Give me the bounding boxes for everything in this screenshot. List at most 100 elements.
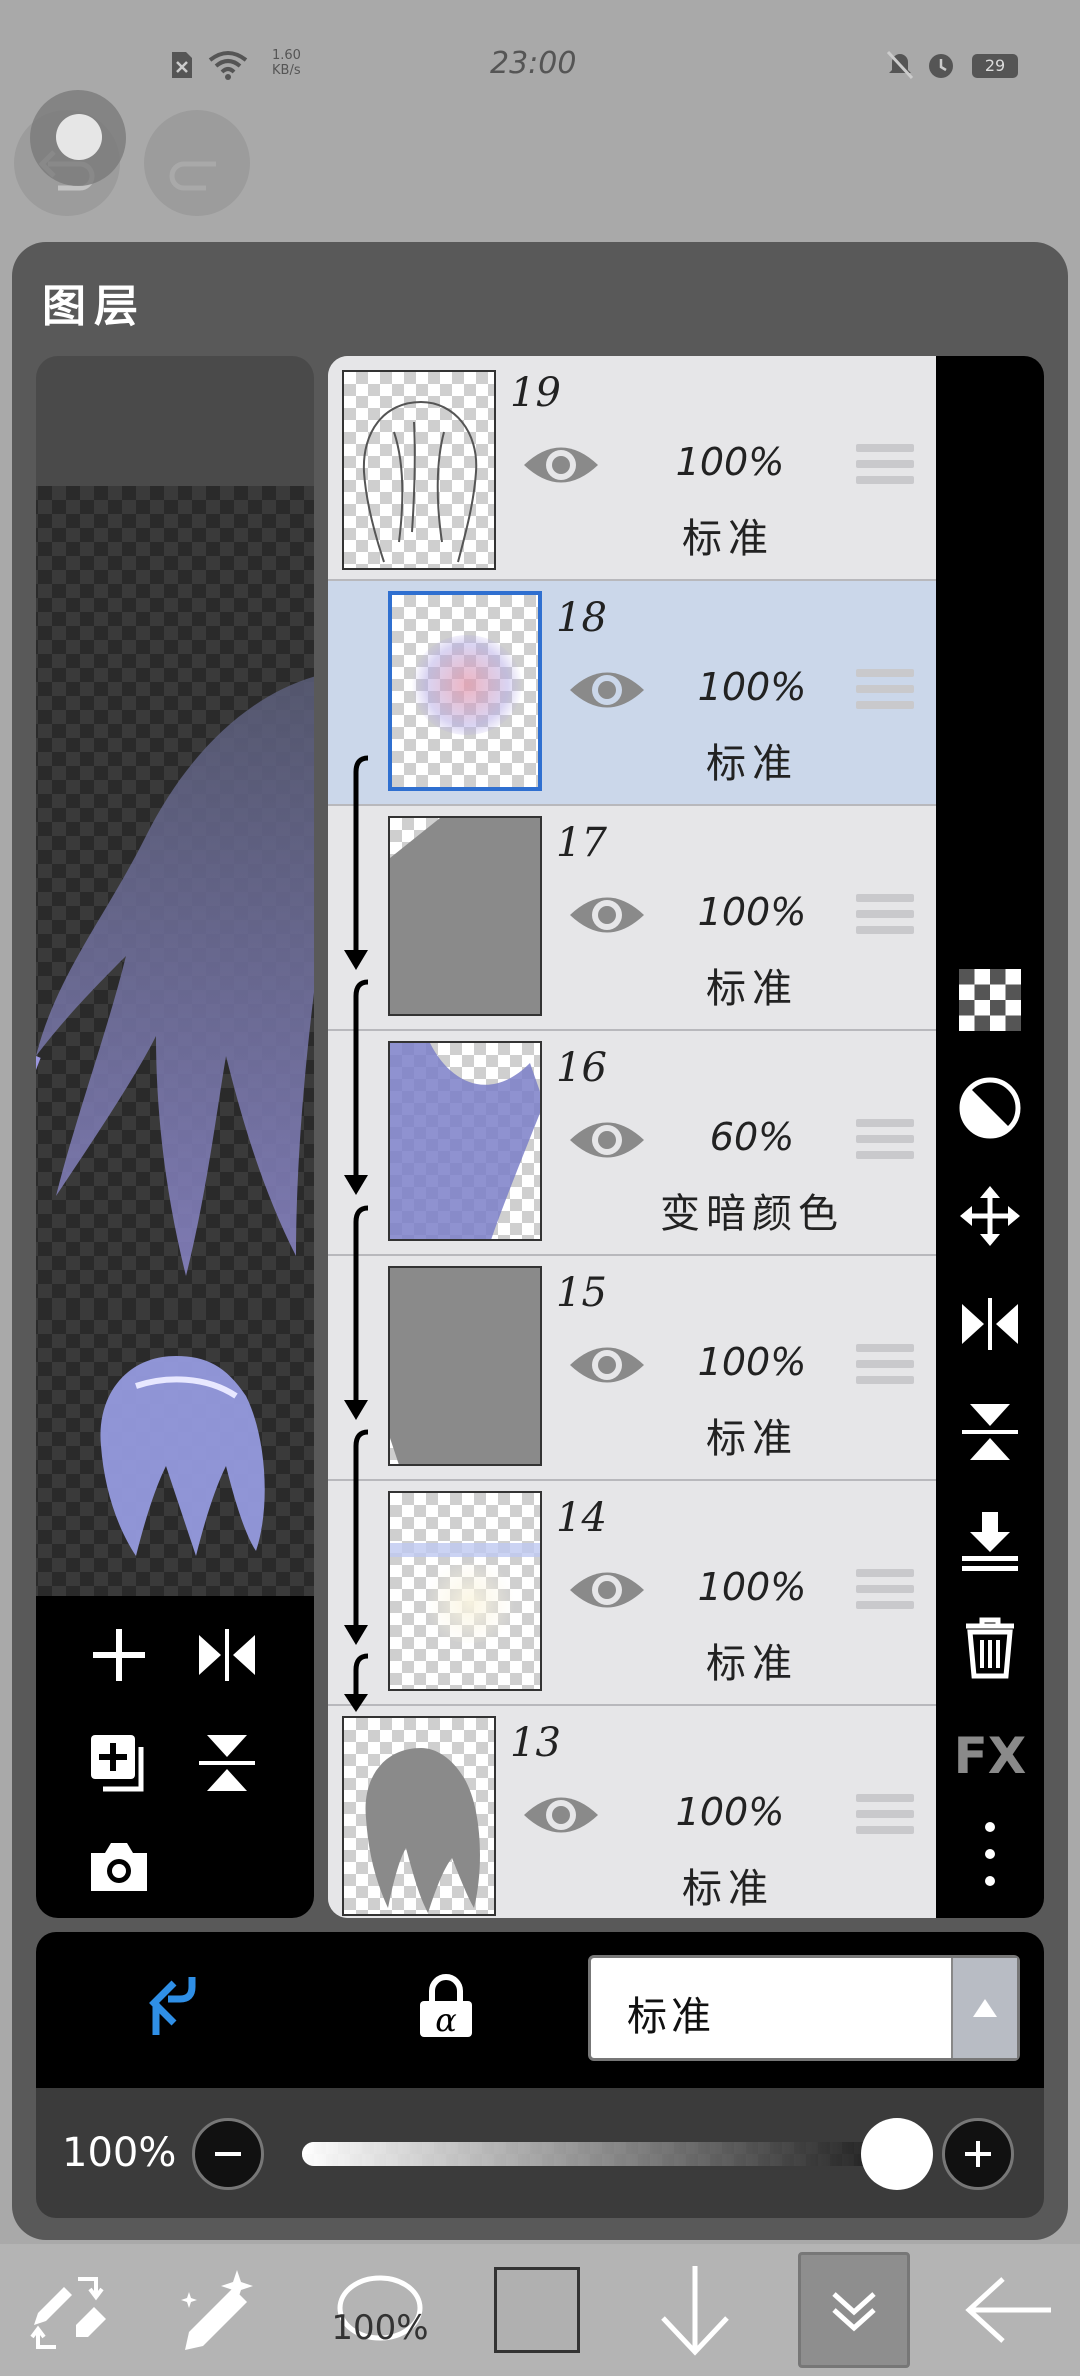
delete-layer-button[interactable]: [954, 1612, 1026, 1684]
more-options-button[interactable]: [954, 1818, 1026, 1890]
checkerboard-icon: [959, 969, 1021, 1031]
flip-layer-horizontal-button[interactable]: [954, 1288, 1026, 1360]
layer-number: 14: [556, 1495, 607, 1541]
camera-button[interactable]: [74, 1822, 164, 1912]
eye-icon[interactable]: [522, 1790, 600, 1840]
duplicate-layer-button[interactable]: [74, 1718, 164, 1808]
layer-blend-mode: 标准: [706, 966, 798, 1012]
flip-layer-vertical-button[interactable]: [954, 1396, 1026, 1468]
half-circle-icon: [959, 1077, 1021, 1139]
layer-row[interactable]: 19 100% 标准: [328, 356, 936, 581]
dropdown-arrow-icon[interactable]: [951, 1958, 1017, 2058]
layer-row[interactable]: 16 60% 变暗颜色: [328, 1031, 936, 1256]
layer-opacity: 100%: [697, 1565, 807, 1609]
drag-handle-icon[interactable]: [856, 1569, 914, 1617]
layer-thumbnail: [388, 1266, 542, 1466]
layer-opacity: 100%: [697, 665, 807, 709]
layer-blend-mode: 标准: [706, 1416, 798, 1462]
layer-list[interactable]: 19 100% 标准 18 100% 标准 17 100% 标准 16 60%: [328, 356, 936, 1918]
blend-mode-select[interactable]: 标准: [588, 1955, 1020, 2061]
layer-number: 15: [556, 1270, 607, 1316]
arrow-down-icon: [661, 2266, 729, 2356]
redo-button[interactable]: [144, 110, 250, 216]
magic-pen-icon: [181, 2270, 253, 2350]
layer-side-toolbar: FX: [936, 356, 1044, 1918]
layer-blend-mode: 标准: [706, 741, 798, 787]
layer-row[interactable]: 14 100% 标准: [328, 1481, 936, 1706]
plus-icon: [965, 2141, 991, 2167]
color-swatch: [494, 2267, 580, 2353]
layer-row[interactable]: 13 100% 标准: [328, 1706, 936, 1918]
chevron-double-down-icon: [832, 2292, 876, 2332]
clipping-button[interactable]: [136, 1966, 216, 2046]
layer-opacity: 60%: [709, 1115, 795, 1159]
layer-row[interactable]: 15 100% 标准: [328, 1256, 936, 1481]
trash-icon: [966, 1617, 1014, 1679]
eye-icon[interactable]: [568, 890, 646, 940]
layer-number: 13: [510, 1720, 561, 1766]
fill-layer-button[interactable]: [954, 1072, 1026, 1144]
color-swatch-button[interactable]: [492, 2252, 582, 2368]
mute-icon: [886, 50, 914, 80]
move-layer-button[interactable]: [954, 1180, 1026, 1252]
eye-icon[interactable]: [568, 1115, 646, 1165]
alpha-lock-button[interactable]: α: [406, 1966, 486, 2046]
hair-thumbnail-artwork: [100, 1356, 265, 1556]
opacity-value: 100%: [62, 2130, 177, 2176]
eye-icon[interactable]: [568, 1565, 646, 1615]
opacity-decrease-button[interactable]: [192, 2118, 264, 2190]
drag-handle-icon[interactable]: [856, 444, 914, 492]
eye-icon[interactable]: [522, 440, 600, 490]
duplicate-icon: [91, 1735, 144, 1792]
drag-handle-icon[interactable]: [856, 894, 914, 942]
add-layer-button[interactable]: [74, 1610, 164, 1700]
opacity-slider-thumb[interactable]: [861, 2118, 933, 2190]
eye-icon[interactable]: [568, 1340, 646, 1390]
drag-handle-icon[interactable]: [856, 1119, 914, 1167]
alpha-lock-icon: α: [420, 1974, 472, 2039]
layer-blend-mode: 标准: [706, 1641, 798, 1687]
panel-title: 图层: [42, 281, 146, 332]
magic-brush-button[interactable]: [160, 2252, 270, 2368]
brush-size-label: 100%: [331, 2308, 429, 2348]
layer-opacity: 100%: [697, 1340, 807, 1384]
blend-mode-value: 标准: [627, 1994, 715, 2040]
opacity-increase-button[interactable]: [942, 2118, 1014, 2190]
eye-icon[interactable]: [568, 665, 646, 715]
layer-opacity: 100%: [675, 440, 785, 484]
drag-handle-icon[interactable]: [856, 1794, 914, 1842]
layer-down-button[interactable]: [640, 2252, 750, 2368]
alarm-icon: [929, 54, 953, 78]
flip-horizontal-icon: [199, 1629, 255, 1681]
flip-vertical-icon: [962, 1404, 1018, 1460]
layer-opacity: 100%: [675, 1790, 785, 1834]
layer-number: 18: [556, 595, 607, 641]
clipping-indicators: [344, 755, 369, 1712]
plus-icon: [93, 1629, 145, 1681]
opacity-slider-track[interactable]: [302, 2142, 912, 2166]
layer-row-selected[interactable]: 18 100% 标准: [328, 581, 936, 806]
redo-icon: [169, 161, 216, 191]
transparency-lock-button[interactable]: [954, 964, 1026, 1036]
layer-number: 17: [556, 820, 607, 866]
sim-card-off-icon: [172, 52, 192, 78]
drag-handle-icon[interactable]: [856, 669, 914, 717]
flip-vertical-button[interactable]: [182, 1718, 272, 1808]
svg-text:α: α: [435, 2001, 457, 2039]
clock: 23:00: [490, 46, 577, 81]
more-vertical-icon: [985, 1822, 995, 1886]
move-icon: [960, 1186, 1020, 1246]
brush-size-button[interactable]: 100%: [310, 2252, 450, 2368]
layers-toggle-button[interactable]: [798, 2252, 910, 2368]
layer-blend-mode: 标准: [682, 516, 774, 562]
fx-button[interactable]: FX: [954, 1720, 1027, 1792]
layer-number: 16: [556, 1045, 607, 1091]
drag-handle-icon[interactable]: [856, 1344, 914, 1392]
flip-horizontal-button[interactable]: [182, 1610, 272, 1700]
layer-thumbnail: [388, 816, 542, 1016]
merge-down-button[interactable]: [954, 1504, 1026, 1576]
layer-row[interactable]: 17 100% 标准: [328, 806, 936, 1031]
layer-thumbnail: [388, 1491, 542, 1691]
back-button[interactable]: [956, 2252, 1066, 2368]
tool-switch-button[interactable]: [14, 2252, 124, 2368]
